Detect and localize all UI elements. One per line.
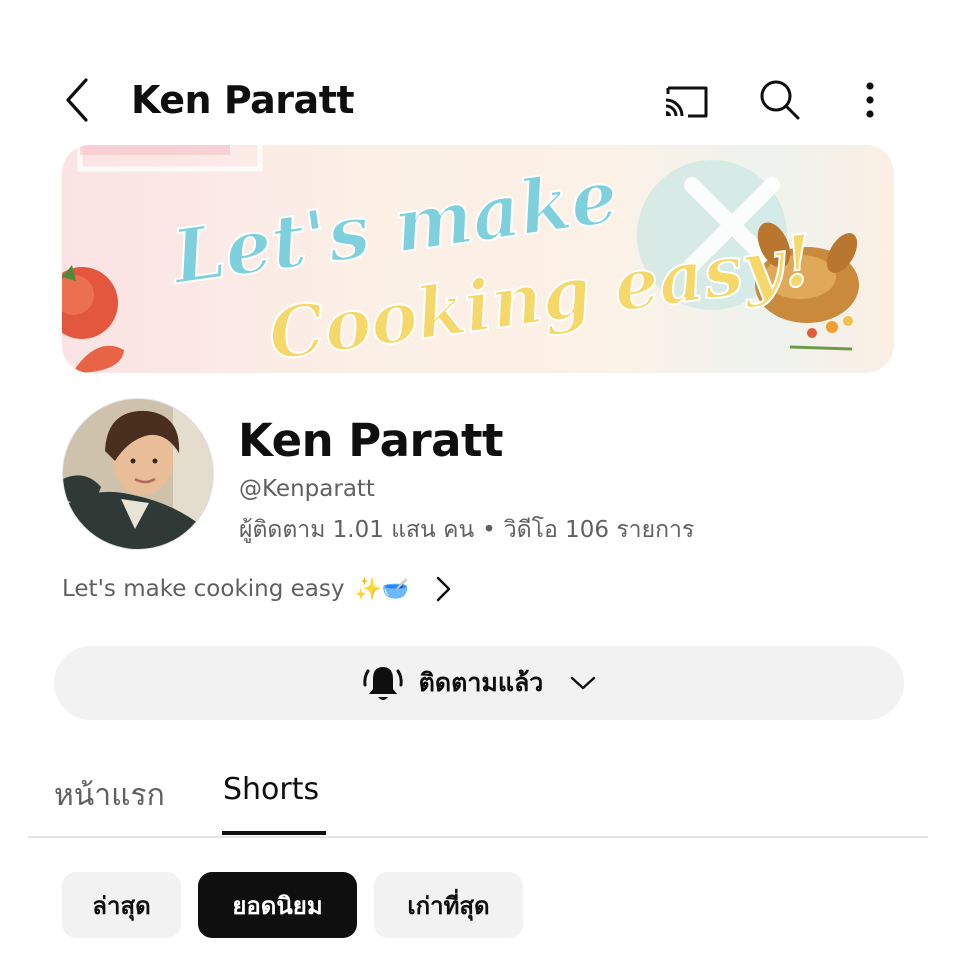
subscriber-count: ผู้ติดตาม 1.01 แสน คน [239,517,475,543]
subscribed-label: ติดตามแล้ว [418,668,544,697]
active-tab-indicator [222,831,326,835]
cast-icon[interactable] [662,76,710,124]
avatar[interactable] [62,398,214,550]
channel-name: Ken Paratt [238,414,504,467]
chip-popular[interactable]: ยอดนิยม [198,872,357,938]
top-app-bar: Ken Paratt [0,60,971,140]
page-title: Ken Paratt [131,78,355,122]
subscribed-button[interactable]: ติดตามแล้ว [54,646,904,720]
bell-icon [362,667,403,700]
channel-tabs: หน้าแรก Shorts [28,760,928,838]
chip-oldest[interactable]: เก่าที่สุด [374,872,523,938]
description-text: Let's make cooking easy [62,576,345,602]
video-count: วิดีโอ 106 รายการ [503,517,695,543]
chevron-right-icon [437,576,451,602]
description-emoji: ✨🥣 [354,576,410,602]
channel-description[interactable]: Let's make cooking easy ✨🥣 [62,574,453,604]
channel-handle: @Kenparatt [239,476,375,502]
stats-separator: • [482,517,496,543]
more-vert-icon[interactable] [846,76,894,124]
tab-shorts[interactable]: Shorts [223,772,319,807]
chip-latest[interactable]: ล่าสุด [62,872,181,938]
channel-banner: Let's make Cooking easy! [62,145,894,373]
tab-home[interactable]: หน้าแรก [54,772,165,819]
chevron-down-icon [571,676,596,690]
back-icon[interactable] [58,76,98,124]
search-icon[interactable] [756,76,804,124]
channel-stats: ผู้ติดตาม 1.01 แสน คน • วิดีโอ 106 รายการ [239,512,694,548]
